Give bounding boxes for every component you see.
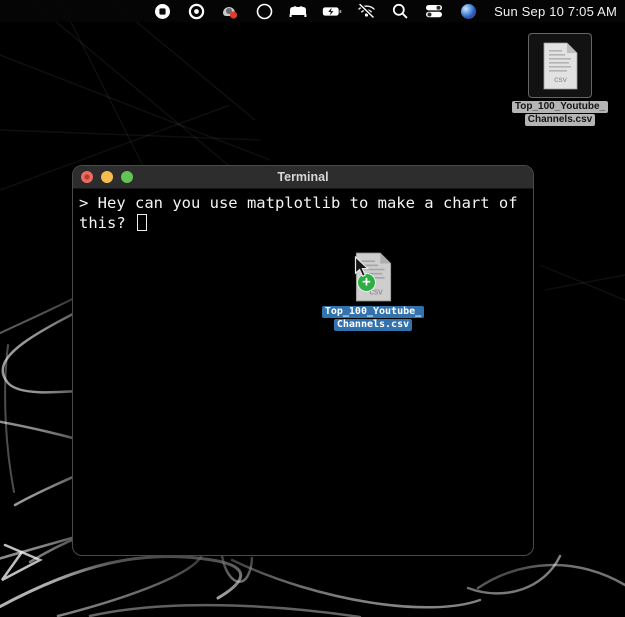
dragged-file-top100-youtube-csv[interactable]: csv + Top_100_Youtube_ Channels.csv xyxy=(318,251,428,331)
control-center-icon[interactable] xyxy=(424,3,444,19)
dragged-label-line1: Top_100_Youtube_ xyxy=(322,306,424,318)
terminal-window[interactable]: Terminal > Hey can you use matplotlib to… xyxy=(72,165,534,556)
file-label-line1: Top_100_Youtube_ xyxy=(512,101,608,113)
dragged-label-line2: Channels.csv xyxy=(334,319,412,331)
terminal-content[interactable]: > Hey can you use matplotlib to make a c… xyxy=(73,189,533,554)
terminal-cursor xyxy=(137,214,147,231)
siri-icon[interactable] xyxy=(458,3,478,19)
file-selection-highlight: csv xyxy=(528,33,592,98)
wifi-off-icon[interactable] xyxy=(356,3,376,19)
menu-bar-clock[interactable]: Sun Sep 10 7:05 AM xyxy=(492,4,617,19)
sleep-icon[interactable] xyxy=(288,3,308,19)
dark-mode-icon[interactable] xyxy=(254,3,274,19)
screen-record-icon[interactable] xyxy=(186,3,206,19)
spotlight-search-icon[interactable] xyxy=(390,3,410,19)
terminal-prompt-line2: this? xyxy=(79,214,527,234)
terminal-prompt-line1: > Hey can you use matplotlib to make a c… xyxy=(79,194,527,214)
desktop-file-label: Top_100_Youtube_ Channels.csv xyxy=(505,101,615,126)
battery-charging-icon[interactable] xyxy=(322,3,342,19)
mouse-pointer-icon xyxy=(354,256,370,278)
terminal-titlebar[interactable]: Terminal xyxy=(73,166,533,189)
csv-file-icon: csv xyxy=(540,41,580,91)
terminal-line2-text: this? xyxy=(79,214,135,232)
stop-record-icon[interactable] xyxy=(152,3,172,19)
desktop-file-top100-youtube-csv[interactable]: csv Top_100_Youtube_ Channels.csv xyxy=(527,33,593,126)
desktop-screen: Sun Sep 10 7:05 AM csv xyxy=(0,0,625,617)
dragged-file-label: Top_100_Youtube_ Channels.csv xyxy=(318,306,428,331)
menu-bar: Sun Sep 10 7:05 AM xyxy=(0,0,625,22)
csv-type-text: csv xyxy=(554,74,568,84)
file-label-line2: Channels.csv xyxy=(525,114,595,126)
app-notification-icon[interactable] xyxy=(220,3,240,19)
window-title: Terminal xyxy=(73,170,533,184)
